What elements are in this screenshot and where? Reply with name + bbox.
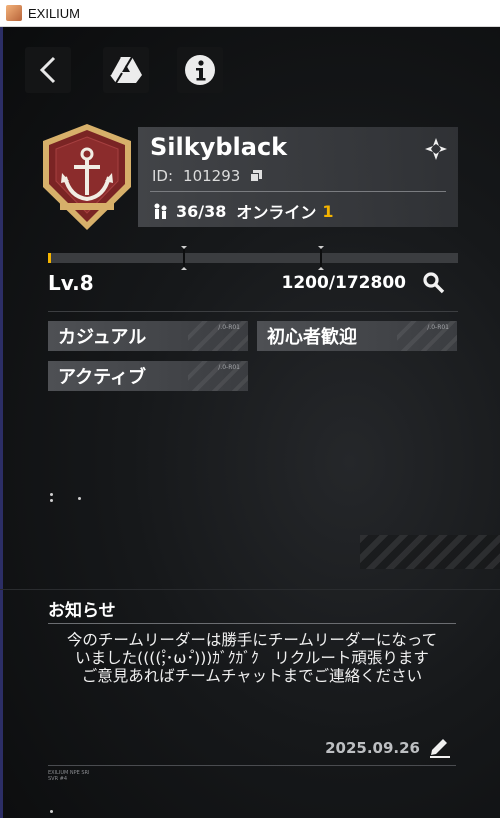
notice-title: お知らせ bbox=[48, 601, 116, 621]
decor-dot bbox=[50, 493, 53, 496]
members-max: 38 bbox=[204, 201, 227, 221]
crosshair-icon bbox=[425, 138, 447, 160]
panel-divider bbox=[150, 191, 446, 192]
tag-code: /.0-R01 bbox=[427, 324, 449, 331]
notice-divider bbox=[48, 623, 456, 624]
copy-icon[interactable] bbox=[250, 170, 263, 182]
app-icon bbox=[6, 5, 22, 21]
team-id: ID: 101293 bbox=[152, 167, 263, 185]
exp-progress-bar bbox=[48, 246, 458, 270]
window-titlebar: EXILIUM bbox=[0, 0, 500, 27]
members-icon bbox=[154, 203, 167, 219]
team-level: Lv.8 bbox=[48, 271, 94, 295]
member-count: 36/38 オンライン 1 bbox=[152, 199, 334, 223]
exp-value: 1200/172800 bbox=[281, 273, 407, 293]
team-emblem bbox=[43, 124, 131, 230]
locate-button[interactable] bbox=[422, 135, 450, 163]
tag-casual: /.0-R01 カジュアル bbox=[48, 321, 248, 351]
decor-dot bbox=[50, 499, 53, 502]
tag-label: アクティブ bbox=[58, 367, 147, 388]
exp-progress-fill bbox=[48, 253, 51, 263]
left-accent-bar bbox=[0, 27, 3, 818]
exp-milestone-marker bbox=[318, 246, 324, 270]
tag-beginner-welcome: /.0-R01 初心者歓迎 bbox=[257, 321, 457, 351]
tag-code: /.0-R01 bbox=[218, 324, 240, 331]
team-info-panel: Silkyblack ID: 101293 36/38 オンライン 1 bbox=[138, 127, 458, 227]
online-count: 1 bbox=[322, 201, 334, 221]
game-viewport: Silkyblack ID: 101293 36/38 オンライン 1 Lv.8… bbox=[0, 27, 500, 818]
tag-active: /.0-R01 アクティブ bbox=[48, 361, 248, 391]
members-current: 36 bbox=[176, 201, 199, 221]
online-label: オンライン bbox=[236, 203, 317, 222]
decor-dot bbox=[50, 810, 53, 813]
footer-code: EXILIUM NPE SRI SVR #4 bbox=[48, 770, 90, 782]
edit-icon[interactable] bbox=[428, 734, 452, 758]
tag-label: 初心者歓迎 bbox=[267, 327, 357, 348]
exp-milestone-marker bbox=[181, 246, 187, 270]
notice-body: 今のチームリーダーは勝手にチームリーダーになって いました((((;゚･ω･゚)… bbox=[66, 631, 438, 685]
notice-date: 2025.09.26 bbox=[325, 739, 420, 757]
drive-button[interactable] bbox=[103, 47, 149, 93]
background-floor-line bbox=[0, 589, 500, 590]
info-icon bbox=[185, 55, 215, 85]
search-icon[interactable] bbox=[422, 271, 446, 295]
tag-label: カジュアル bbox=[58, 327, 147, 348]
info-button[interactable] bbox=[177, 47, 223, 93]
section-divider bbox=[48, 311, 458, 312]
tag-code: /.0-R01 bbox=[218, 364, 240, 371]
team-id-label: ID: bbox=[152, 167, 174, 185]
team-name: Silkyblack bbox=[150, 133, 288, 161]
background-hazard-stripes bbox=[360, 535, 500, 569]
team-id-value: 101293 bbox=[183, 167, 241, 185]
drive-icon bbox=[109, 56, 142, 84]
back-button[interactable] bbox=[25, 47, 71, 93]
footer-divider bbox=[48, 765, 456, 766]
window-title: EXILIUM bbox=[28, 5, 81, 21]
chevron-left-icon bbox=[39, 56, 56, 84]
decor-dot bbox=[78, 497, 81, 500]
footer-code-line: SVR #4 bbox=[48, 776, 68, 782]
